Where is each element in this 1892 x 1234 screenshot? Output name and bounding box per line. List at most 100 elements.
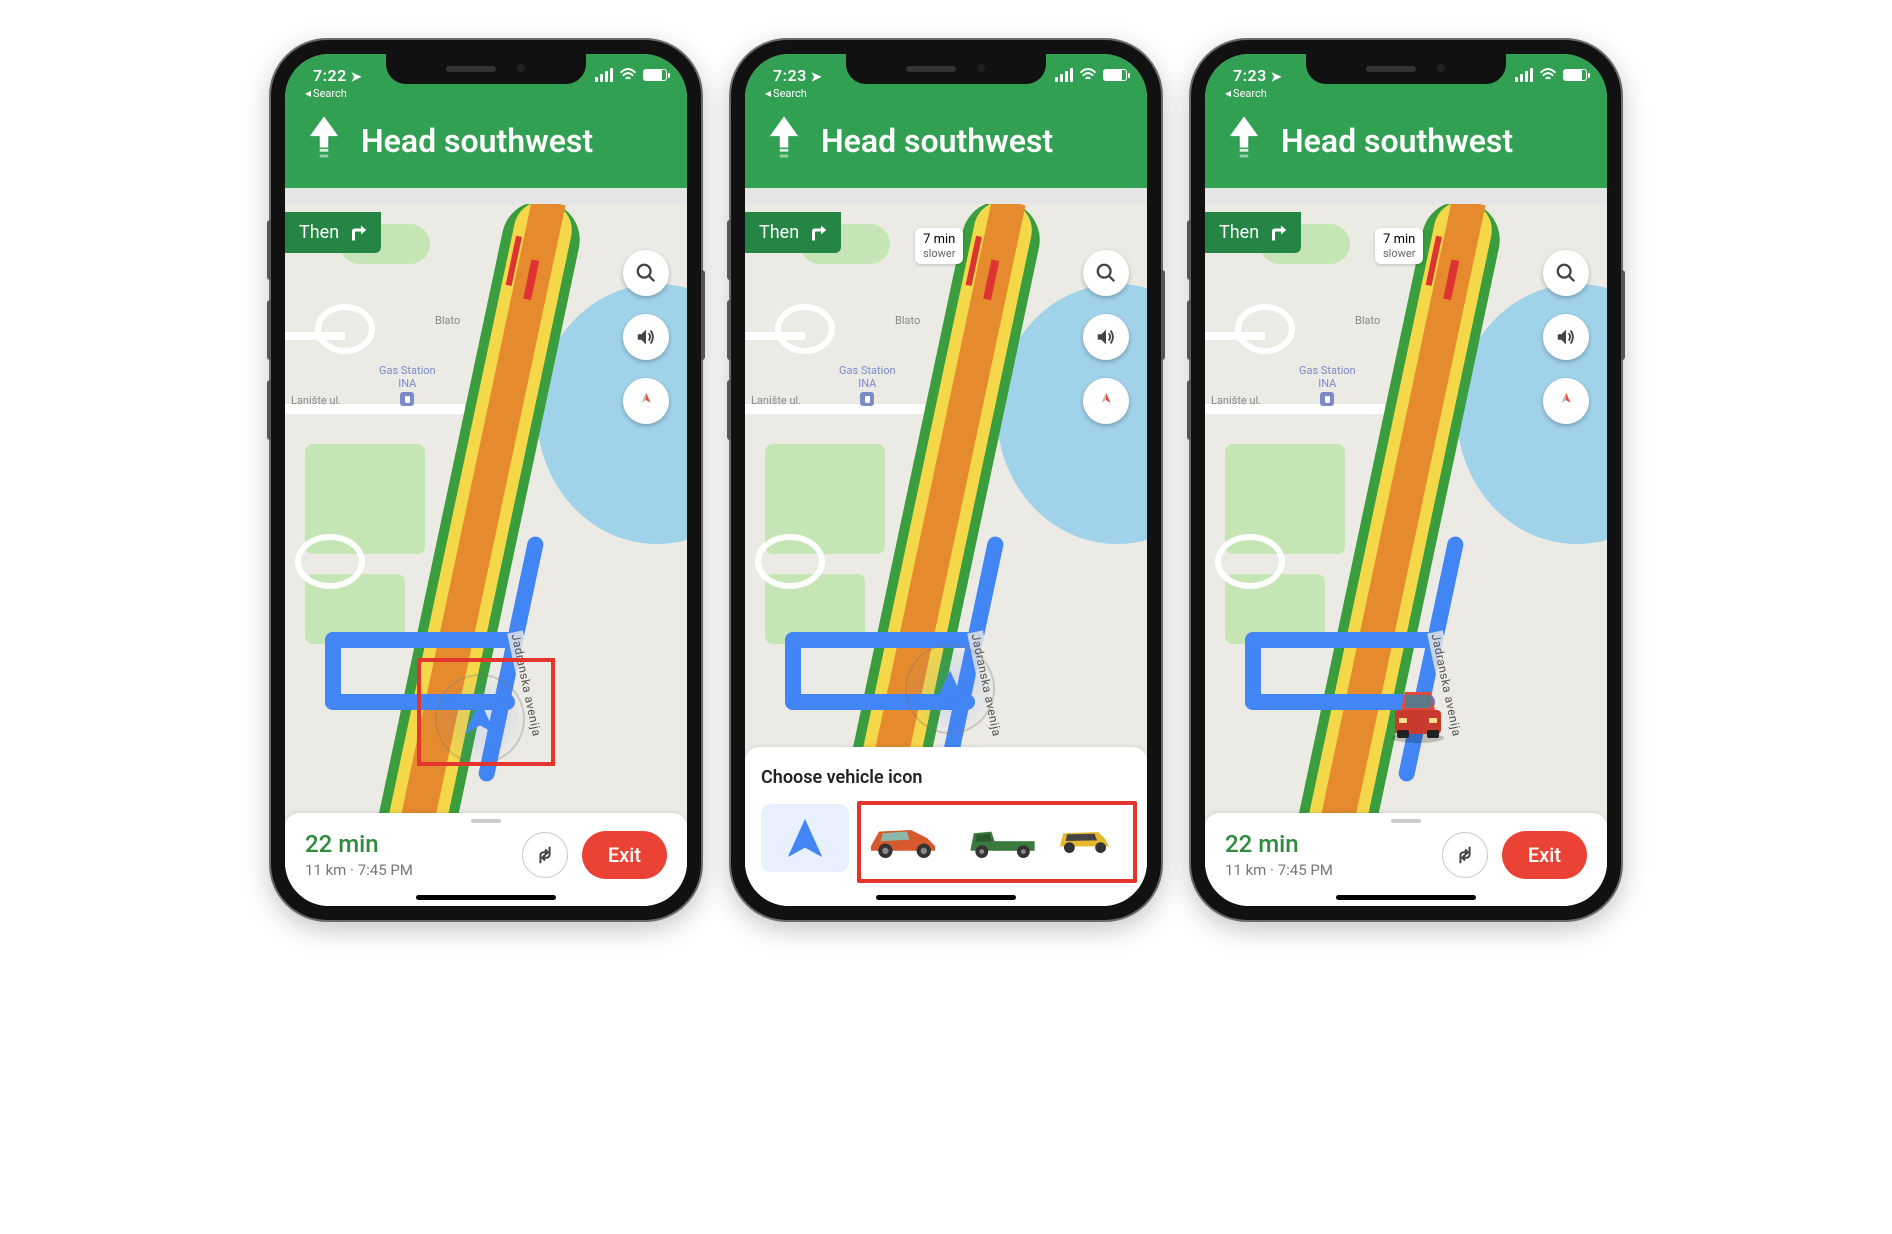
search-icon: [1095, 262, 1117, 284]
notch: [846, 54, 1046, 84]
gas-pump-icon: [860, 392, 874, 406]
status-right: [1055, 68, 1127, 82]
gas-pump-icon: [1320, 392, 1334, 406]
compass-icon: [635, 390, 657, 412]
compass-button[interactable]: [1543, 378, 1589, 424]
map-canvas[interactable]: Lanište ul. Blato Jadranska avenija Gas …: [1205, 204, 1607, 906]
eta-time: 22 min: [305, 829, 413, 860]
eta-time: 22 min: [1225, 829, 1333, 860]
trip-bottom-bar[interactable]: 22 min 11 km · 7:45 PM Exit: [1205, 813, 1607, 906]
audio-button[interactable]: [623, 314, 669, 360]
speaker-icon: [1555, 326, 1577, 348]
then-step[interactable]: Then: [285, 212, 381, 253]
phone-frame: 7:22➤ Search Head southwest Then: [271, 40, 701, 920]
then-step[interactable]: Then: [1205, 212, 1301, 253]
street-label: Blato: [895, 314, 920, 327]
speaker-icon: [1095, 326, 1117, 348]
red-car-icon: [1383, 682, 1453, 744]
traffic-callout[interactable]: 7 min slower: [1375, 228, 1423, 264]
battery-icon: [1103, 69, 1127, 81]
routes-icon: [1454, 844, 1476, 866]
street-label: Lanište ul.: [1211, 394, 1261, 407]
then-label: Then: [1219, 222, 1259, 243]
eta-detail: 11 km · 7:45 PM: [1225, 861, 1333, 881]
compass-button[interactable]: [1083, 378, 1129, 424]
turn-right-icon: [1269, 224, 1287, 242]
alternate-routes-button[interactable]: [1442, 832, 1488, 878]
navigation-arrow-icon: [782, 815, 828, 861]
back-to-search[interactable]: Search: [305, 86, 347, 100]
cellular-signal-icon: [1515, 68, 1533, 82]
search-icon: [1555, 262, 1577, 284]
street-label: Lanište ul.: [291, 394, 341, 407]
location-services-icon: ➤: [811, 70, 822, 85]
battery-icon: [1563, 69, 1587, 81]
search-button[interactable]: [1543, 250, 1589, 296]
search-button[interactable]: [623, 250, 669, 296]
back-to-search[interactable]: Search: [765, 86, 807, 100]
navigation-arrow-icon: [930, 667, 970, 707]
phone-frame: 7:23➤ Search Head southwest Then: [1191, 40, 1621, 920]
turn-right-icon: [809, 224, 827, 242]
notch: [1306, 54, 1506, 84]
highlight-box: [417, 658, 555, 766]
eta-block: 22 min 11 km · 7:45 PM: [1225, 829, 1333, 880]
status-right: [1515, 68, 1587, 82]
location-services-icon: ➤: [1271, 70, 1282, 85]
direction-arrow-icon: [767, 116, 801, 166]
status-time: 7:22➤: [313, 66, 362, 85]
turn-right-icon: [349, 224, 367, 242]
compass-icon: [1095, 390, 1117, 412]
then-label: Then: [299, 222, 339, 243]
back-to-search[interactable]: Search: [1225, 86, 1267, 100]
home-indicator: [876, 895, 1016, 900]
screen: 7:23➤ Search Head southwest Then: [745, 54, 1147, 906]
home-indicator: [1336, 895, 1476, 900]
screen: 7:23➤ Search Head southwest Then: [1205, 54, 1607, 906]
choose-vehicle-title: Choose vehicle icon: [761, 767, 1131, 788]
eta-detail: 11 km · 7:45 PM: [305, 861, 413, 881]
cellular-signal-icon: [595, 68, 613, 82]
map-canvas[interactable]: Lanište ul. Blato Jadranska avenija Gas …: [285, 204, 687, 906]
status-time: 7:23➤: [773, 66, 822, 85]
routes-icon: [534, 844, 556, 866]
direction-text: Head southwest: [361, 122, 593, 160]
drag-handle-icon[interactable]: [1391, 819, 1421, 823]
home-indicator: [416, 895, 556, 900]
vehicle-marker[interactable]: [905, 644, 995, 734]
audio-button[interactable]: [1083, 314, 1129, 360]
poi-gas-station[interactable]: Gas Station INA: [839, 364, 896, 406]
battery-icon: [643, 69, 667, 81]
eta-block: 22 min 11 km · 7:45 PM: [305, 829, 413, 880]
poi-gas-station[interactable]: Gas Station INA: [1299, 364, 1356, 406]
street-label: Blato: [1355, 314, 1380, 327]
vehicle-marker[interactable]: [1383, 682, 1453, 744]
direction-text: Head southwest: [1281, 122, 1513, 160]
street-label: Blato: [435, 314, 460, 327]
highlight-box: [857, 801, 1137, 883]
vehicle-option-arrow[interactable]: [761, 804, 849, 872]
traffic-callout[interactable]: 7 min slower: [915, 228, 963, 264]
street-label: Lanište ul.: [751, 394, 801, 407]
speaker-icon: [635, 326, 657, 348]
audio-button[interactable]: [1543, 314, 1589, 360]
status-time: 7:23➤: [1233, 66, 1282, 85]
notch: [386, 54, 586, 84]
poi-gas-station[interactable]: Gas Station INA: [379, 364, 436, 406]
compass-button[interactable]: [623, 378, 669, 424]
trip-bottom-bar[interactable]: 22 min 11 km · 7:45 PM Exit: [285, 813, 687, 906]
exit-button[interactable]: Exit: [582, 831, 667, 879]
phone-frame: 7:23➤ Search Head southwest Then: [731, 40, 1161, 920]
drag-handle-icon[interactable]: [471, 819, 501, 823]
wifi-icon: [1539, 68, 1557, 82]
cellular-signal-icon: [1055, 68, 1073, 82]
exit-button[interactable]: Exit: [1502, 831, 1587, 879]
choose-vehicle-panel[interactable]: Choose vehicle icon: [745, 747, 1147, 906]
search-button[interactable]: [1083, 250, 1129, 296]
then-step[interactable]: Then: [745, 212, 841, 253]
compass-icon: [1555, 390, 1577, 412]
location-services-icon: ➤: [351, 70, 362, 85]
wifi-icon: [619, 68, 637, 82]
alternate-routes-button[interactable]: [522, 832, 568, 878]
direction-arrow-icon: [307, 116, 341, 166]
